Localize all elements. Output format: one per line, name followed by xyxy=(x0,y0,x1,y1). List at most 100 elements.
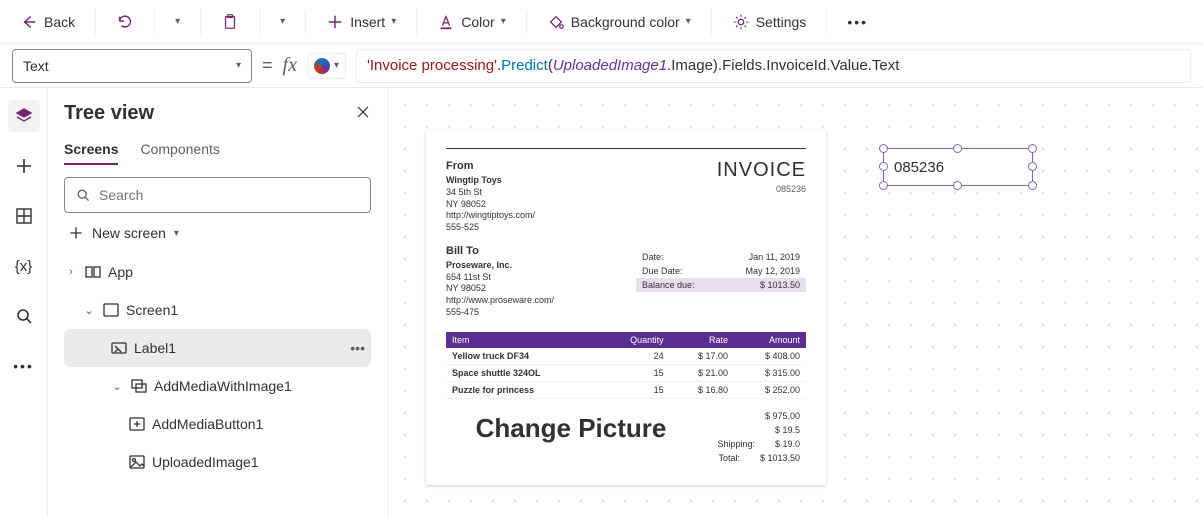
resize-handle[interactable] xyxy=(879,181,888,190)
tree-node-addbutton[interactable]: AddMediaButton1 xyxy=(64,405,371,443)
ellipsis-icon: ••• xyxy=(847,14,868,30)
col-amount: Amount xyxy=(734,332,806,348)
meta-value: Jan 11, 2019 xyxy=(749,252,800,262)
formula-token-rest: .Image).Fields.InvoiceId.Value.Text xyxy=(667,57,899,74)
copilot-icon xyxy=(314,58,330,74)
from-line: NY 98052 xyxy=(446,199,535,211)
separator xyxy=(154,10,155,34)
group-icon xyxy=(130,377,148,395)
resize-handle[interactable] xyxy=(879,144,888,153)
invoice-table: Item Quantity Rate Amount Yellow truck D… xyxy=(446,332,806,399)
tree-node-label1[interactable]: Label1 ••• xyxy=(64,329,371,367)
tab-components[interactable]: Components xyxy=(140,135,219,165)
resize-handle[interactable] xyxy=(879,162,888,171)
chevron-down-icon: ⌄ xyxy=(110,380,124,393)
chevron-down-icon: ▾ xyxy=(501,16,506,27)
chevron-down-icon: ▾ xyxy=(686,16,691,27)
new-screen-button[interactable]: New screen ▾ xyxy=(64,213,371,253)
left-rail: {x} ••• xyxy=(0,88,48,517)
meta-value: $ 1013.50 xyxy=(760,280,800,290)
change-picture-text: Change Picture xyxy=(446,413,696,444)
rail-insert[interactable] xyxy=(8,150,40,182)
resize-handle[interactable] xyxy=(1028,162,1037,171)
invoice-meta: Date:Jan 11, 2019 Due Date:May 12, 2019 … xyxy=(636,250,806,319)
tree-node-screen1[interactable]: ⌄ Screen1 xyxy=(64,291,371,329)
resize-handle[interactable] xyxy=(953,144,962,153)
copilot-chip[interactable]: ▾ xyxy=(307,53,346,79)
property-value: Text xyxy=(23,58,49,74)
rail-search[interactable] xyxy=(8,300,40,332)
back-button[interactable]: Back xyxy=(12,9,83,35)
undo-menu[interactable]: ▾ xyxy=(167,12,188,31)
from-line: http://wingtiptoys.com/ xyxy=(446,210,535,222)
search-field[interactable] xyxy=(99,187,360,203)
invoice-totals: $ 975.00$ 19.5Shipping:$ 19.0Total:$ 101… xyxy=(696,409,806,465)
property-selector[interactable]: Text ▾ xyxy=(12,49,252,83)
rail-more[interactable]: ••• xyxy=(8,350,40,382)
invoice-billto: Bill To Proseware, Inc. 654 11st St NY 9… xyxy=(446,244,554,319)
tab-screens[interactable]: Screens xyxy=(64,135,118,165)
selected-label-control[interactable]: 085236 xyxy=(883,148,1033,186)
settings-button[interactable]: Settings xyxy=(724,9,815,35)
separator xyxy=(416,10,417,34)
node-label: UploadedImage1 xyxy=(152,454,259,470)
plus-icon xyxy=(14,156,34,176)
back-arrow-icon xyxy=(20,13,38,31)
node-more-button[interactable]: ••• xyxy=(350,340,365,356)
rail-variables[interactable]: {x} xyxy=(8,250,40,282)
ellipsis-icon: ••• xyxy=(13,358,34,374)
invoice-image[interactable]: From Wingtip Toys 34 5th St NY 98052 htt… xyxy=(426,130,826,485)
fx-icon[interactable]: fx xyxy=(283,54,297,77)
font-color-icon xyxy=(437,13,455,31)
plus-icon xyxy=(326,13,344,31)
insert-button[interactable]: Insert ▾ xyxy=(318,9,404,35)
invoice-title: INVOICE xyxy=(717,159,806,182)
resize-handle[interactable] xyxy=(953,181,962,190)
color-button[interactable]: Color ▾ xyxy=(429,9,514,35)
chevron-down-icon: ▾ xyxy=(280,16,285,27)
undo-button[interactable] xyxy=(108,9,142,35)
formula-token-fn: Predict xyxy=(501,57,548,74)
image-icon xyxy=(128,453,146,471)
bill-line: 555-475 xyxy=(446,307,554,319)
tree-node-app[interactable]: › App xyxy=(64,253,371,291)
tree-node-addmedia[interactable]: ⌄ AddMediaWithImage1 xyxy=(64,367,371,405)
label-icon xyxy=(110,339,128,357)
formula-token-string: 'Invoice processing' xyxy=(367,57,497,74)
node-label: App xyxy=(108,264,133,280)
meta-label: Balance due: xyxy=(642,280,695,290)
equals-sign: = xyxy=(262,55,273,76)
invoice-from: From Wingtip Toys 34 5th St NY 98052 htt… xyxy=(446,159,535,234)
overflow-button[interactable]: ••• xyxy=(839,10,876,34)
canvas[interactable]: From Wingtip Toys 34 5th St NY 98052 htt… xyxy=(388,88,1203,517)
rail-data[interactable] xyxy=(8,200,40,232)
bgcolor-label: Background color xyxy=(571,14,680,30)
separator xyxy=(711,10,712,34)
resize-handle[interactable] xyxy=(1028,144,1037,153)
bill-line: 654 11st St xyxy=(446,272,554,284)
node-label: Label1 xyxy=(134,340,176,356)
top-toolbar: Back ▾ ▾ Insert ▾ Color ▾ Background col xyxy=(0,0,1203,44)
node-label: Screen1 xyxy=(126,302,178,318)
bill-line: Proseware, Inc. xyxy=(446,260,554,272)
panel-close-button[interactable] xyxy=(355,104,371,123)
paste-menu[interactable]: ▾ xyxy=(272,12,293,31)
rail-tree-view[interactable] xyxy=(8,100,40,132)
bgcolor-button[interactable]: Background color ▾ xyxy=(539,9,699,35)
table-row: Yellow truck DF3424$ 17.00$ 408.00 xyxy=(446,348,806,365)
paste-button[interactable] xyxy=(213,9,247,35)
resize-handle[interactable] xyxy=(1028,181,1037,190)
grid-icon xyxy=(14,206,34,226)
node-label: AddMediaWithImage1 xyxy=(154,378,292,394)
chevron-down-icon: ▾ xyxy=(334,60,339,71)
tree-node-uploadedimage[interactable]: UploadedImage1 xyxy=(64,443,371,481)
app-icon xyxy=(84,263,102,281)
settings-label: Settings xyxy=(756,14,807,30)
search-input[interactable] xyxy=(64,177,371,213)
plus-icon xyxy=(68,225,84,241)
media-button-icon xyxy=(128,415,146,433)
invoice-number: 085236 xyxy=(717,184,806,194)
formula-input[interactable]: 'Invoice processing' . Predict ( Uploade… xyxy=(356,49,1191,83)
screen-icon xyxy=(102,301,120,319)
separator xyxy=(200,10,201,34)
